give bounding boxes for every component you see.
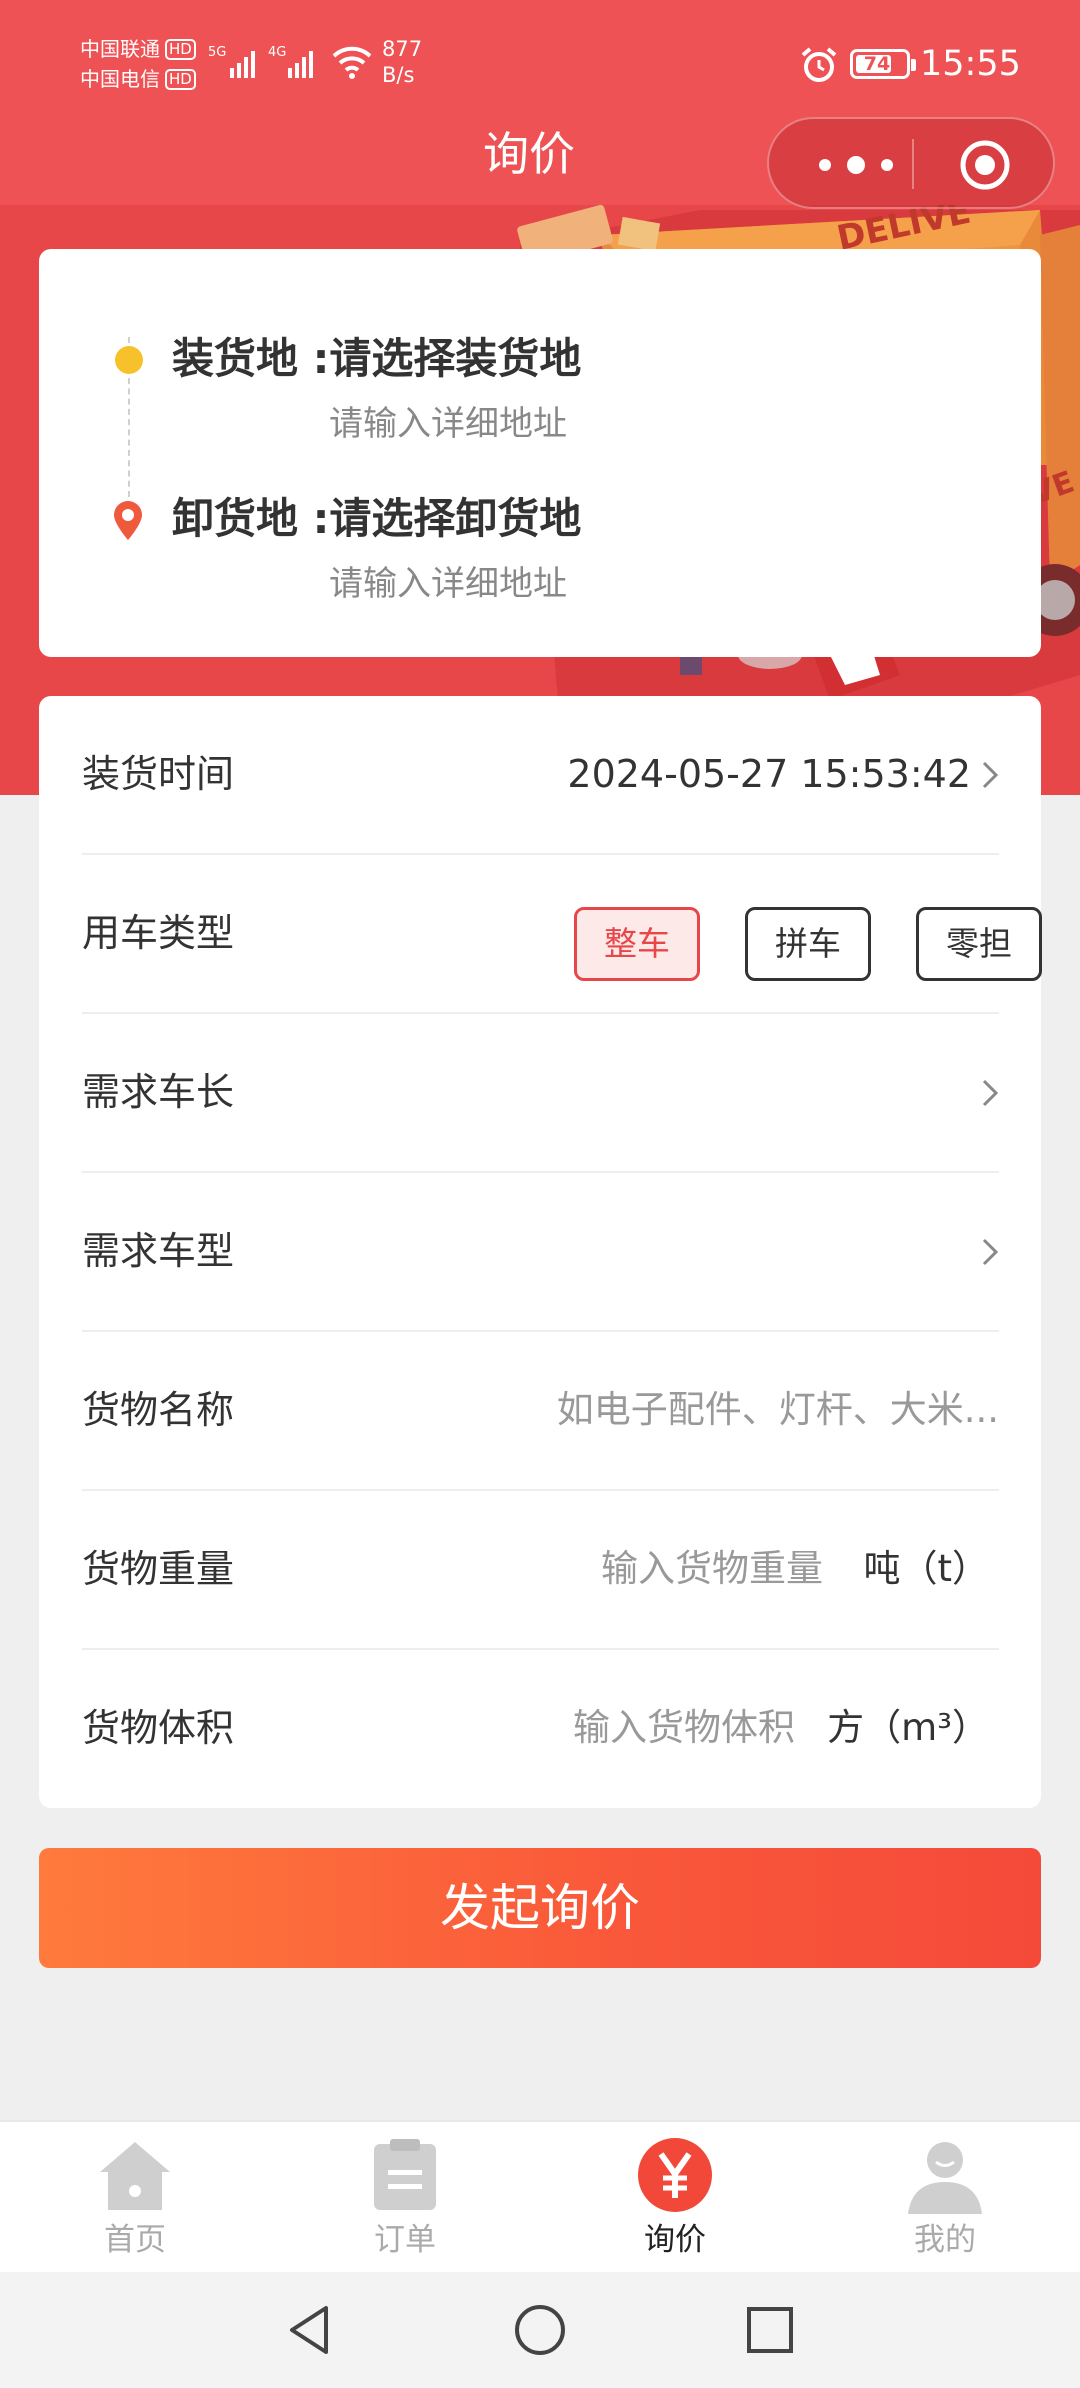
vehicle-type-option-full[interactable]: 整车 (574, 907, 700, 981)
net-gen-1-label: 5G (208, 45, 226, 60)
user-icon (908, 2142, 982, 2214)
vehicle-model-label: 需求车型 (82, 1229, 235, 1273)
system-navigation-bar (0, 2272, 1080, 2388)
recent-apps-icon[interactable] (740, 2300, 800, 2360)
vehicle-model-row[interactable]: 需求车型 (82, 1173, 999, 1332)
vehicle-type-row: 用车类型 整车 拼车 零担 (82, 855, 1042, 1014)
cargo-weight-input[interactable]: 输入货物重量 (601, 1541, 823, 1597)
vehicle-type-label: 用车类型 (82, 911, 235, 955)
vehicle-length-row[interactable]: 需求车长 (82, 1014, 999, 1173)
tab-orders-label: 订单 (374, 2222, 436, 2258)
tab-home[interactable]: 首页 (0, 2122, 270, 2274)
cargo-name-label: 货物名称 (82, 1388, 235, 1432)
close-miniprogram-icon[interactable] (959, 139, 1011, 191)
network-speed-value: 877 (382, 37, 423, 61)
vehicle-length-label: 需求车长 (82, 1070, 235, 1114)
more-icon[interactable] (811, 150, 901, 180)
vehicle-type-option-ltl[interactable]: 零担 (916, 907, 1042, 981)
network-speed: 877 B/s (382, 36, 422, 88)
inquiry-form: 装货时间 2024-05-27 15:53:42 用车类型 整车 拼车 零担 需… (39, 696, 1042, 1809)
network-speed-unit: B/s (382, 63, 415, 87)
route-card: 装货地 :请选择装货地 请输入详细地址 卸货地 :请选择卸货地 请输入详细地址 (39, 249, 1041, 657)
alarm-icon (801, 47, 837, 82)
tab-inquiry-label: 询价 (644, 2222, 706, 2258)
clipboard-icon (374, 2139, 436, 2210)
loading-point-dot-icon (115, 346, 143, 374)
bottom-tab-bar: 首页 订单 询价 我的 (0, 2120, 1080, 2272)
cargo-volume-unit: 方（m³） (827, 1706, 989, 1749)
net-gen-2-label: 4G (268, 45, 286, 60)
load-time-label: 装货时间 (82, 752, 235, 796)
yen-icon (638, 2138, 712, 2212)
submit-inquiry-button[interactable]: 发起询价 (39, 1848, 1041, 1968)
tab-profile-label: 我的 (914, 2222, 976, 2258)
cargo-name-row: 货物名称 如电子配件、灯杆、大米... (82, 1332, 999, 1491)
tab-home-label: 首页 (104, 2222, 166, 2258)
cargo-volume-input[interactable]: 输入货物体积 (573, 1700, 795, 1756)
tab-profile[interactable]: 我的 (810, 2122, 1080, 2274)
home-icon (100, 2142, 170, 2210)
battery-level: 74 (863, 53, 891, 75)
cargo-name-input[interactable]: 如电子配件、灯杆、大米... (557, 1382, 999, 1438)
tab-orders[interactable]: 订单 (270, 2122, 540, 2274)
unloading-location-select[interactable]: 卸货地 :请选择卸货地 (172, 491, 581, 547)
carrier-info: 中国联通 HD 中国电信 HD (80, 34, 196, 94)
cargo-volume-label: 货物体积 (82, 1706, 235, 1750)
load-time-row[interactable]: 装货时间 2024-05-27 15:53:42 (82, 696, 999, 855)
chevron-right-icon (982, 1238, 999, 1266)
loading-address-input[interactable]: 请输入详细地址 (329, 401, 567, 447)
back-icon[interactable] (280, 2300, 340, 2360)
mini-program-capsule (767, 117, 1055, 209)
home-circle-icon[interactable] (510, 2300, 570, 2360)
wifi-icon (332, 46, 372, 79)
status-time: 15:55 (920, 44, 1021, 84)
cargo-volume-row: 货物体积 输入货物体积 方（m³） (82, 1650, 999, 1809)
carrier-1-label: 中国联通 (80, 37, 160, 61)
vehicle-type-option-shared[interactable]: 拼车 (745, 907, 871, 981)
load-time-value[interactable]: 2024-05-27 15:53:42 (567, 746, 971, 802)
chevron-right-icon (982, 1079, 999, 1107)
cargo-weight-label: 货物重量 (82, 1547, 235, 1591)
loading-location-select[interactable]: 装货地 :请选择装货地 (172, 331, 581, 387)
page-title-text: 询价 (483, 127, 575, 181)
signal-strength-icon: 5G 4G (208, 45, 313, 78)
battery-icon: 74 (850, 49, 916, 79)
chevron-right-icon (982, 761, 999, 789)
cargo-weight-row: 货物重量 输入货物重量 吨（t） (82, 1491, 999, 1650)
capsule-divider (912, 139, 914, 189)
status-bar: 中国联通 HD 中国电信 HD 5G 4G 877 B/s 74 15:55 (0, 0, 1080, 120)
unloading-address-input[interactable]: 请输入详细地址 (329, 561, 567, 607)
location-pin-icon (114, 501, 142, 540)
hd-badge: HD (165, 39, 196, 60)
carrier-2-label: 中国电信 (80, 67, 160, 91)
hd-badge: HD (165, 69, 196, 90)
cargo-weight-unit: 吨（t） (863, 1547, 989, 1590)
tab-inquiry[interactable]: 询价 (540, 2122, 810, 2274)
